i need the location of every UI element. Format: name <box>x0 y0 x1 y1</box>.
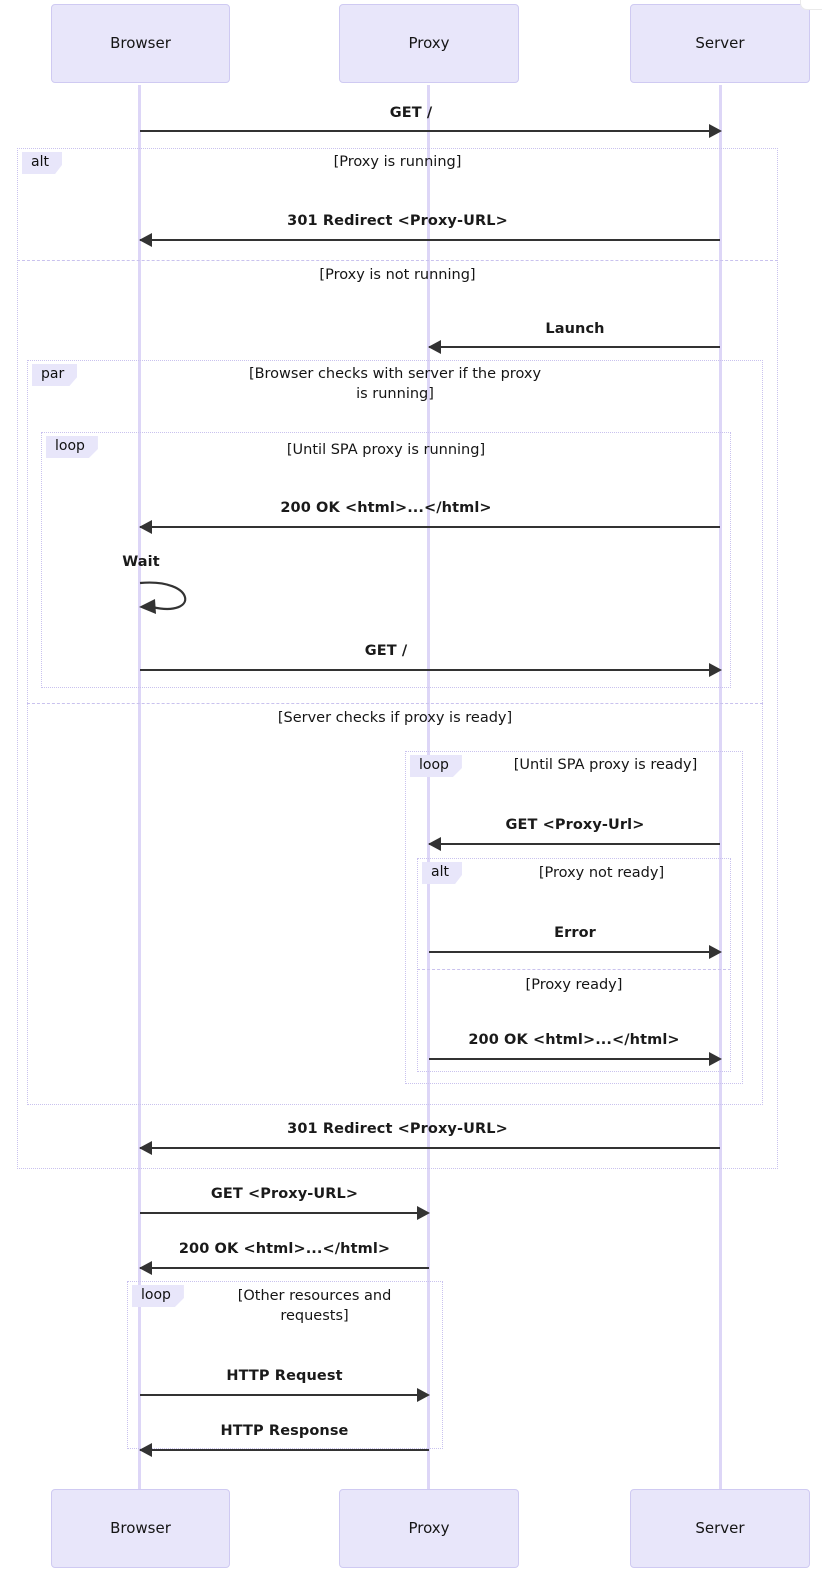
sequence-diagram-canvas: Browser Proxy Server GET / alt [Proxy is… <box>0 0 822 1594</box>
message-arrow-m6 <box>140 669 712 671</box>
message-label-m12: 200 OK <html>...</html> <box>178 1241 391 1257</box>
message-arrow-m8 <box>429 951 712 953</box>
fragment-loop-running-condition-0: [Until SPA proxy is running] <box>286 442 486 458</box>
message-arrowhead-m13 <box>417 1388 430 1402</box>
message-label-m13: HTTP Request <box>226 1368 343 1384</box>
participant-browser-bottom[interactable]: Browser <box>51 1489 230 1568</box>
message-label-m10: 301 Redirect <Proxy-URL> <box>287 1121 508 1137</box>
participant-proxy-bottom[interactable]: Proxy <box>339 1489 519 1568</box>
fragment-loop-other-tag: loop <box>132 1285 184 1308</box>
fragment-alt-outer-condition-1: [Proxy is not running] <box>319 267 476 283</box>
fragment-alt-inner-divider <box>417 969 731 970</box>
message-arrow-m12 <box>140 1267 429 1269</box>
message-arrowhead-m10 <box>139 1141 152 1155</box>
message-label-m3: Launch <box>545 321 605 337</box>
participant-browser-top-label: Browser <box>110 34 171 52</box>
participant-server-bottom-label: Server <box>695 1519 745 1537</box>
message-arrowhead-m9 <box>709 1052 722 1066</box>
fragment-loop-other-condition-0: [Other resources and requests] <box>237 1288 392 1324</box>
message-arrow-m9 <box>429 1058 712 1060</box>
message-arrow-m11 <box>140 1212 420 1214</box>
participant-browser-top[interactable]: Browser <box>51 4 230 83</box>
fragment-par-condition-0: [Browser checks with server if the proxy… <box>248 366 542 402</box>
message-arrowhead-m4 <box>139 520 152 534</box>
message-label-m5: Wait <box>122 554 160 570</box>
clipped-corner-artifact <box>800 0 822 10</box>
message-label-m14: HTTP Response <box>220 1423 349 1439</box>
message-label-m7: GET <Proxy-Url> <box>505 817 645 833</box>
fragment-loop-ready-condition-0: [Until SPA proxy is ready] <box>513 757 698 773</box>
fragment-alt-outer-divider <box>17 260 778 261</box>
participant-server-bottom[interactable]: Server <box>630 1489 810 1568</box>
message-arrow-m2 <box>140 239 720 241</box>
message-arrow-m4 <box>140 526 720 528</box>
message-arrow-m7 <box>429 843 720 845</box>
message-arrow-m3 <box>429 346 720 348</box>
message-arrowhead-m12 <box>139 1261 152 1275</box>
fragment-alt-outer-condition-0: [Proxy is running] <box>333 154 462 170</box>
fragment-alt-inner-tag: alt <box>422 862 462 885</box>
message-arrowhead-m14 <box>139 1443 152 1457</box>
message-arrowhead-m1 <box>709 124 722 138</box>
message-arrow-m13 <box>140 1394 420 1396</box>
fragment-alt-inner-condition-1: [Proxy ready] <box>525 977 623 993</box>
fragment-par-condition-1: [Server checks if proxy is ready] <box>277 710 513 726</box>
participant-proxy-bottom-label: Proxy <box>408 1519 450 1537</box>
message-arrowhead-m7 <box>428 837 441 851</box>
participant-server-top[interactable]: Server <box>630 4 810 83</box>
message-label-m11: GET <Proxy-URL> <box>210 1186 359 1202</box>
fragment-loop-ready-tag: loop <box>410 755 462 778</box>
message-label-m2: 301 Redirect <Proxy-URL> <box>287 213 508 229</box>
message-arrowhead-m11 <box>417 1206 430 1220</box>
participant-browser-bottom-label: Browser <box>110 1519 171 1537</box>
message-label-m4: 200 OK <html>...</html> <box>280 500 492 516</box>
message-label-m6: GET / <box>364 643 408 659</box>
message-arrow-m1 <box>140 130 712 132</box>
message-arrowhead-m8 <box>709 945 722 959</box>
message-label-m8: Error <box>554 925 596 941</box>
message-arrowhead-m2 <box>139 233 152 247</box>
participant-proxy-top-label: Proxy <box>408 34 450 52</box>
fragment-alt-inner-condition-0: [Proxy not ready] <box>538 865 665 881</box>
fragment-par-divider <box>27 703 763 704</box>
message-arrowhead-m3 <box>428 340 441 354</box>
message-arrow-m14 <box>140 1449 429 1451</box>
message-label-m9: 200 OK <html>...</html> <box>468 1032 680 1048</box>
message-arrow-m10 <box>140 1147 720 1149</box>
message-arrowhead-m6 <box>709 663 722 677</box>
message-label-m1: GET / <box>389 105 433 121</box>
participant-proxy-top[interactable]: Proxy <box>339 4 519 83</box>
participant-server-top-label: Server <box>695 34 745 52</box>
